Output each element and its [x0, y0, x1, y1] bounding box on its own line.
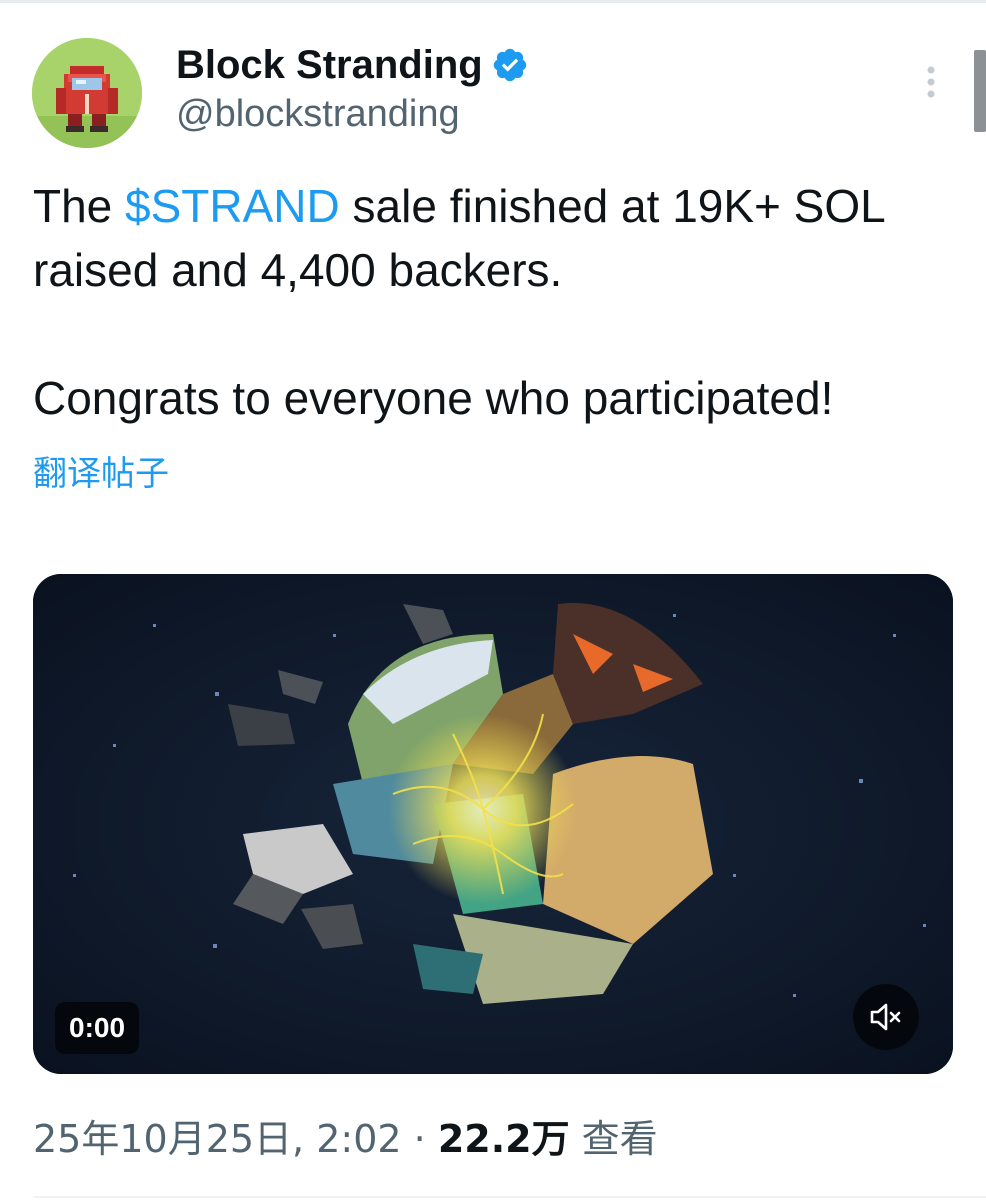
video-time-badge: 0:00 [55, 1002, 140, 1054]
cashtag-link[interactable]: $STRAND [125, 180, 340, 232]
bottom-divider [33, 1196, 986, 1198]
video-player[interactable]: 0:00 [33, 574, 953, 1074]
author-display-name[interactable]: Block Stranding [176, 42, 483, 88]
translate-post-link[interactable]: 翻译帖子 [33, 452, 169, 496]
views-count: 22.2万 [437, 1117, 570, 1161]
meta-separator: · [401, 1117, 438, 1161]
views-label: 查看 [581, 1117, 658, 1161]
mute-button[interactable] [853, 984, 919, 1050]
verified-badge-icon [493, 48, 526, 82]
author-display-name-row[interactable]: Block Stranding [176, 42, 529, 88]
top-divider [0, 0, 986, 3]
tweet-text: The $STRAND sale finished at 19K+ SOL ra… [33, 174, 963, 430]
tweet-text-paragraph-2: Congrats to everyone who participated! [33, 372, 834, 424]
video-thumbnail-image [33, 574, 953, 1074]
tweet-timestamp-link[interactable]: 25年10月25日, 2:02 [33, 1117, 402, 1161]
avatar[interactable] [32, 38, 142, 148]
more-vertical-icon[interactable] [916, 62, 946, 102]
tweet-text-paragraph-1: The $STRAND sale finished at 19K+ SOL ra… [33, 174, 963, 302]
red-hooded-pixel-character-icon [32, 38, 142, 148]
volume-muted-icon [870, 1003, 901, 1031]
tweet-text-segment: The [33, 180, 126, 232]
scrollbar-thumb[interactable] [974, 50, 986, 132]
author-handle[interactable]: @blockstranding [176, 92, 460, 136]
tweet-meta-row: 25年10月25日, 2:02 · 22.2万 查看 [33, 1114, 658, 1164]
